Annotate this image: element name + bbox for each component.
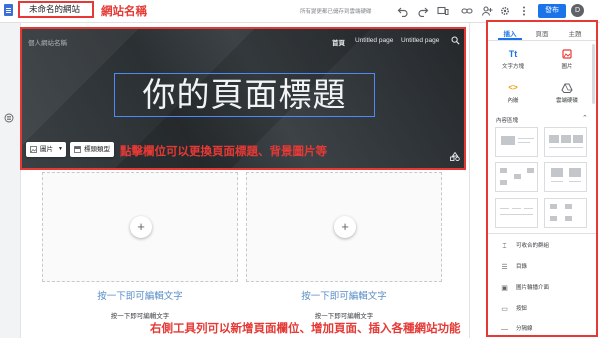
tab-pages[interactable]: 頁面	[527, 28, 557, 38]
carousel-icon: ▣	[501, 285, 508, 292]
header-type-icon	[74, 146, 81, 153]
undo-icon[interactable]	[397, 5, 409, 17]
insert-table-of-contents[interactable]: ☰ 目錄	[488, 260, 596, 276]
add-content-button[interactable]: +	[334, 216, 356, 238]
content-blocks-heading: 內容區塊	[496, 118, 519, 124]
add-content-button[interactable]: +	[130, 216, 152, 238]
sidebar-annotation: 右側工具列可以新增頁面欄位、增加頁面、插入各種網站功能	[150, 323, 461, 335]
insert-embed[interactable]: <> 內嵌	[488, 82, 538, 110]
chevron-up-icon[interactable]: ⌃	[582, 114, 588, 122]
tabs-divider	[488, 40, 596, 41]
site-name-input[interactable]: 未命名的網站	[18, 1, 94, 18]
table-of-contents-icon: ☰	[501, 264, 508, 271]
nav-item-untitled-1[interactable]: Untitled page	[355, 37, 393, 44]
layout-thumbnail[interactable]	[495, 127, 538, 157]
placeholder-column-1[interactable]: +	[42, 172, 238, 282]
insert-collapsible-group[interactable]: ⌶ 可收合的群組	[488, 239, 596, 255]
embed-icon: <>	[508, 83, 518, 92]
layout-thumbnail[interactable]	[495, 162, 538, 192]
collapsible-group-label: 可收合的群組	[516, 243, 550, 249]
layout-thumbnail[interactable]	[544, 162, 587, 192]
share-person-icon[interactable]	[481, 5, 493, 17]
change-image-button[interactable]: 圖片 ▼	[26, 142, 66, 157]
insert-divider[interactable]: — 分隔線	[488, 322, 596, 335]
layout-shapes-icon[interactable]	[450, 152, 460, 161]
more-vert-icon[interactable]	[518, 5, 530, 17]
layout-thumbnail[interactable]	[544, 198, 587, 228]
sites-app-icon[interactable]	[4, 4, 13, 16]
insert-button[interactable]: ▭ 按鈕	[488, 302, 596, 318]
column-1-body[interactable]: 按一下即可編輯文字	[42, 310, 238, 320]
page-title[interactable]: 你的頁面標題	[115, 74, 374, 116]
drive-icon	[561, 83, 573, 93]
table-of-contents-label: 目錄	[516, 264, 528, 270]
settings-gear-icon[interactable]	[499, 5, 511, 17]
redo-icon[interactable]	[417, 5, 429, 17]
insert-image[interactable]: 圖片	[542, 48, 592, 76]
insert-text-box[interactable]: Tt 文字方塊	[488, 48, 538, 76]
text-box-icon: Tt	[508, 49, 518, 59]
column-2-heading[interactable]: 按一下即可編輯文字	[246, 288, 442, 302]
banner-annotation: 點擊欄位可以更換頁面標題、背景圖片等	[120, 146, 327, 158]
right-sidebar: 插入 頁面 主題 Tt 文字方塊 圖片 <> 內嵌 雲端硬碟 內容區塊 ⌃ ⌶ …	[486, 20, 598, 337]
insert-embed-label: 內嵌	[507, 98, 519, 104]
column-1-heading[interactable]: 按一下即可編輯文字	[42, 288, 238, 302]
left-rail	[0, 23, 20, 338]
divider-label: 分隔線	[516, 326, 533, 332]
section-divider	[488, 233, 596, 234]
header-type-button[interactable]: 標頭類型	[70, 142, 114, 157]
image-icon	[562, 49, 572, 59]
nav-item-home[interactable]: 首頁	[332, 37, 345, 47]
banner-site-title[interactable]: 個人網站名稱	[28, 37, 67, 47]
divider-icon: —	[501, 326, 508, 333]
insert-text-box-label: 文字方塊	[501, 64, 524, 70]
tab-themes[interactable]: 主題	[560, 28, 590, 38]
column-2-body[interactable]: 按一下即可編輯文字	[246, 310, 442, 320]
layout-thumbnail[interactable]	[495, 198, 538, 228]
page-title-frame[interactable]: 你的頁面標題	[114, 73, 375, 117]
change-image-label: 圖片	[40, 146, 53, 153]
nav-item-untitled-2[interactable]: Untitled page	[401, 37, 439, 44]
placeholder-column-2[interactable]: +	[246, 172, 442, 282]
collapsible-group-icon: ⌶	[502, 243, 507, 250]
button-label: 按鈕	[516, 306, 528, 312]
chevron-down-icon: ▼	[58, 146, 63, 152]
page-header-banner[interactable]: 個人網站名稱 首頁 Untitled page Untitled page 你的…	[20, 27, 466, 170]
insert-image-label: 圖片	[561, 64, 573, 70]
insert-drive-label: 雲端硬碟	[555, 98, 578, 104]
avatar[interactable]: D	[571, 4, 584, 17]
save-status: 所有變更都已儲存到雲端硬碟	[300, 9, 372, 15]
header-type-label: 標頭類型	[84, 146, 110, 153]
preview-device-icon[interactable]	[437, 5, 449, 17]
insert-image-carousel[interactable]: ▣ 圖片輪播介面	[488, 281, 596, 297]
search-icon[interactable]	[451, 36, 460, 45]
publish-button[interactable]: 發布	[538, 4, 566, 18]
image-icon	[30, 146, 37, 153]
layout-thumbnail[interactable]	[544, 127, 587, 157]
button-icon: ▭	[501, 306, 508, 313]
image-carousel-label: 圖片輪播介面	[516, 285, 550, 291]
sidebar-scrollbar[interactable]	[592, 44, 595, 104]
insert-drive[interactable]: 雲端硬碟	[542, 82, 592, 110]
link-icon[interactable]	[461, 5, 473, 17]
site-name-annotation: 網站名稱	[101, 6, 147, 18]
tab-insert[interactable]: 插入	[495, 28, 525, 38]
page-history-icon[interactable]	[4, 113, 14, 123]
